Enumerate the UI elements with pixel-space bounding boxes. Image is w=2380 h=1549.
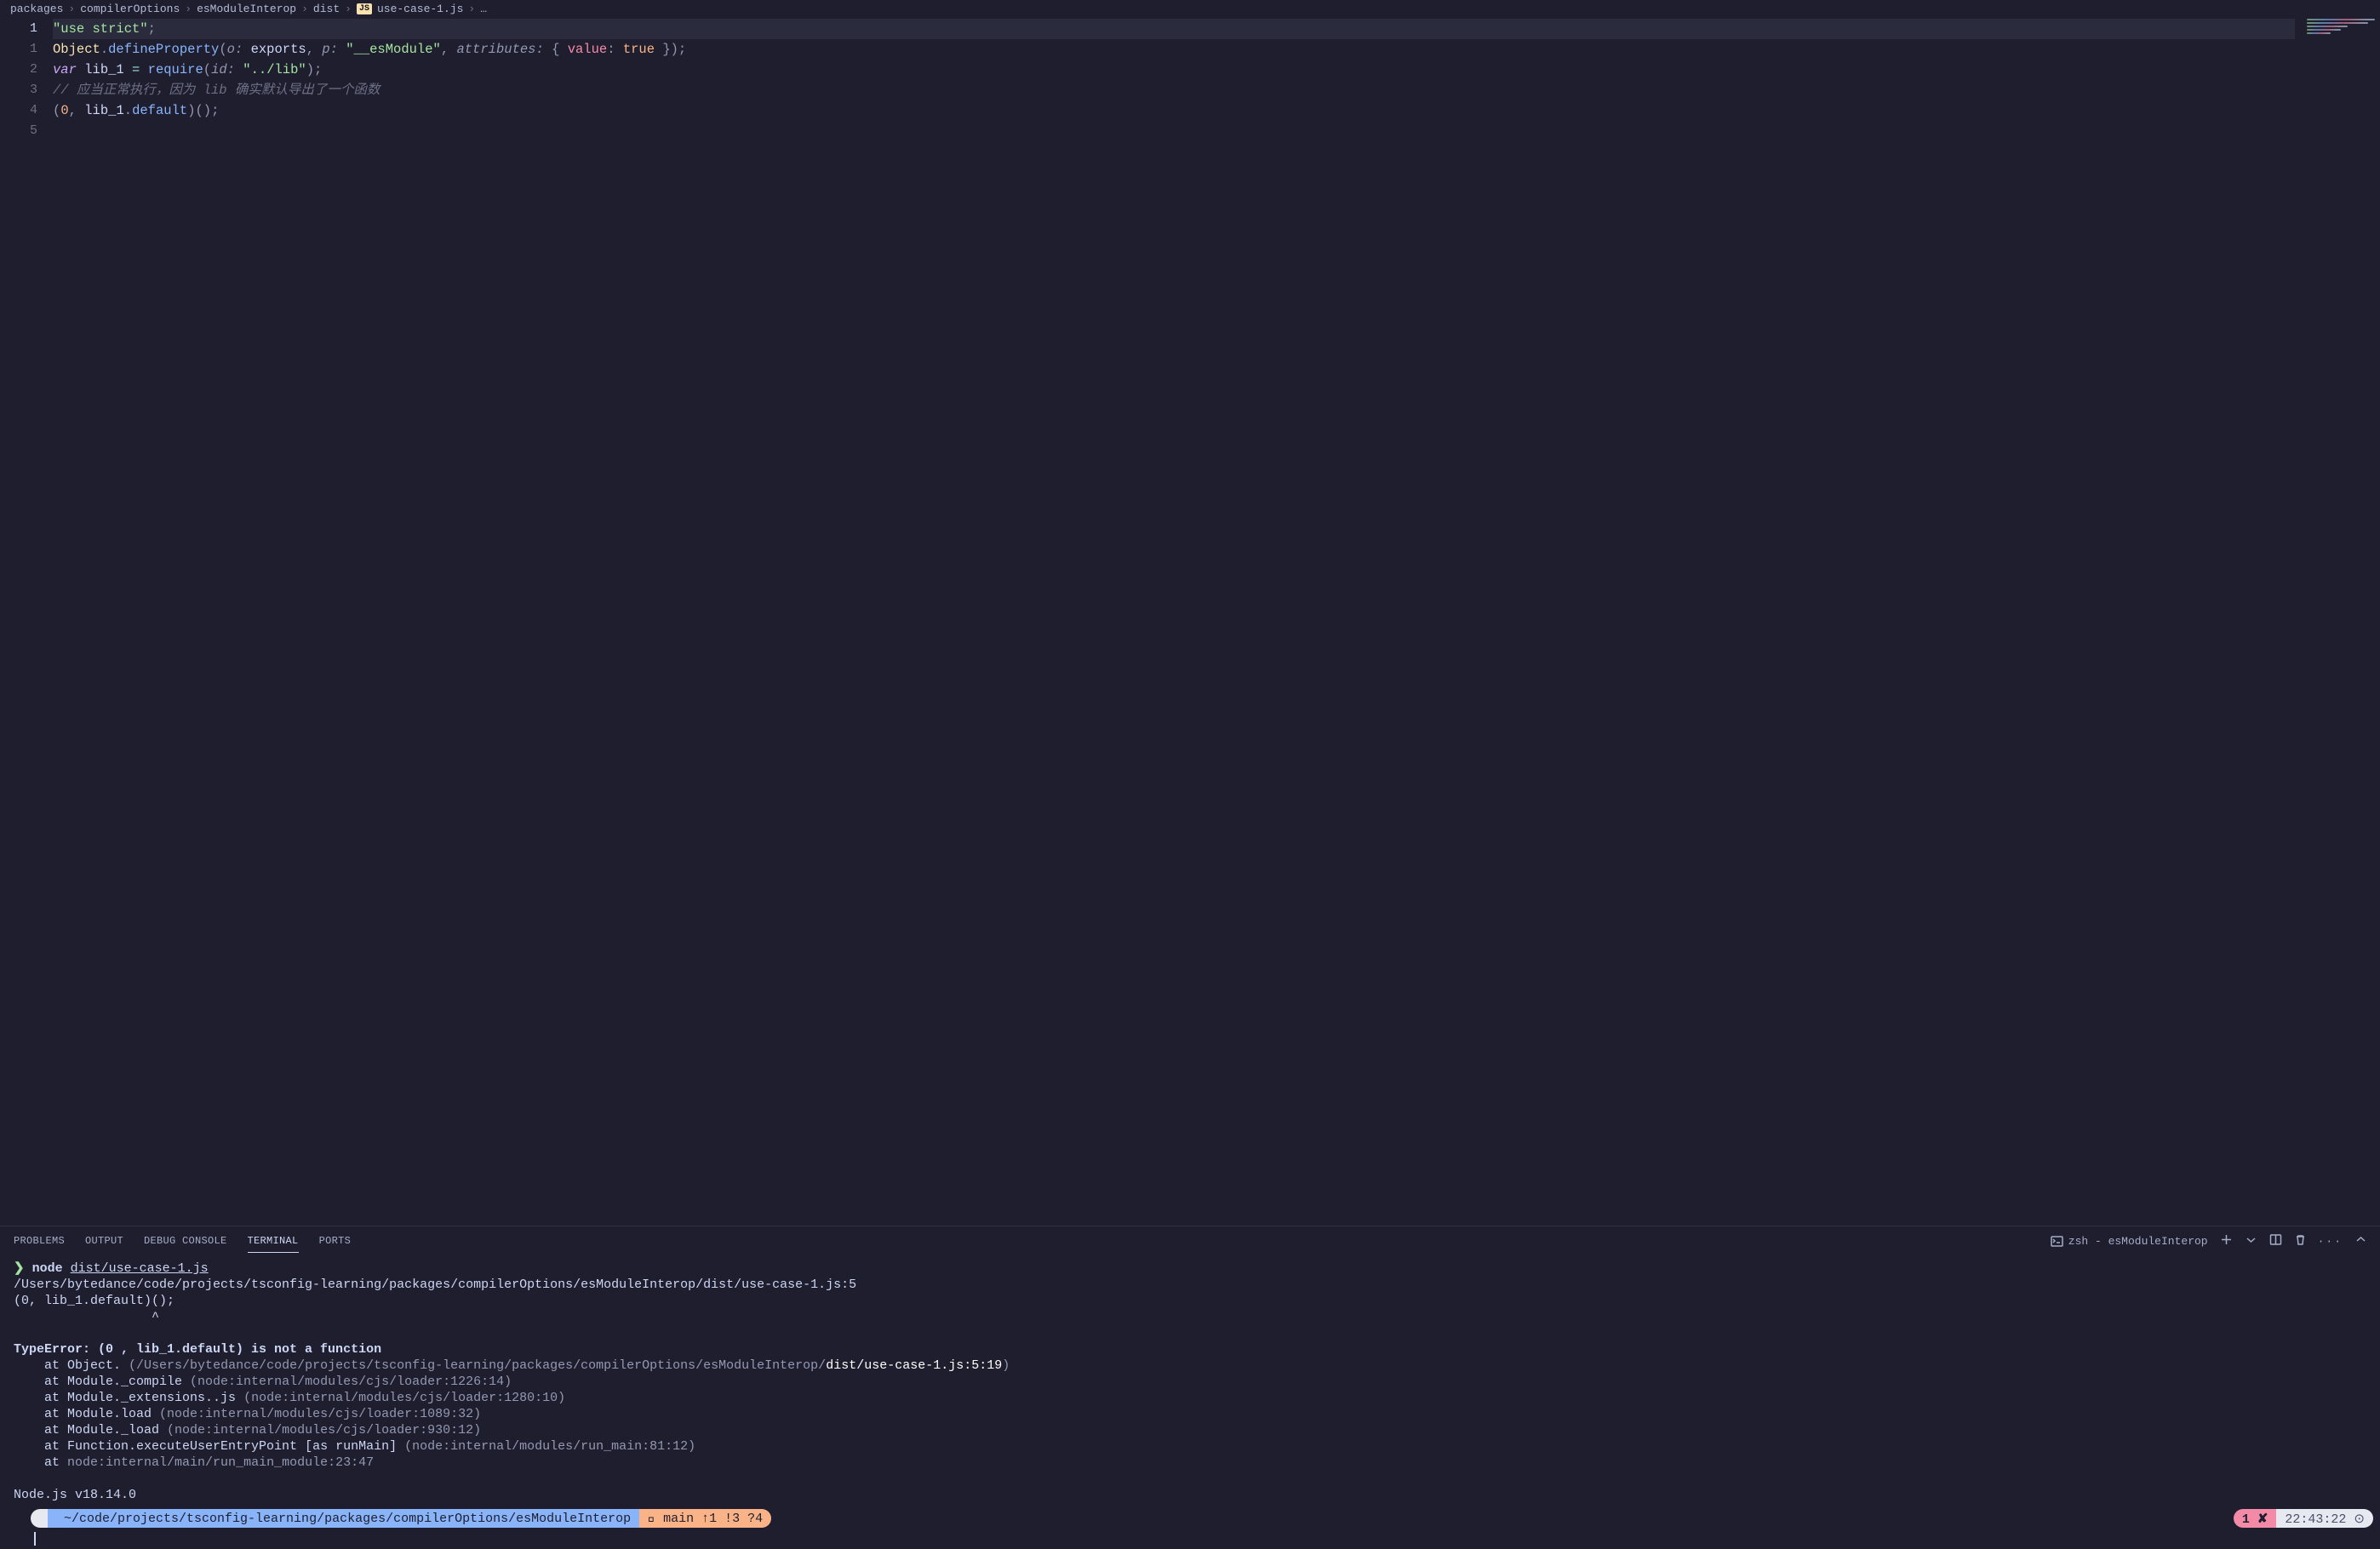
chevron-right-icon: › <box>301 3 308 15</box>
tab-ports[interactable]: PORTS <box>319 1235 352 1247</box>
bottom-panel: PROBLEMS OUTPUT DEBUG CONSOLE TERMINAL P… <box>0 1226 2380 1547</box>
status-error-segment: 1 ✘ <box>2234 1509 2277 1528</box>
terminal-dropdown-button[interactable] <box>2245 1233 2257 1249</box>
crumb-esModuleInterop[interactable]: esModuleInterop <box>197 3 296 15</box>
terminal-picker[interactable]: zsh - esModuleInterop <box>2051 1235 2208 1248</box>
line-gutter: 112345 <box>0 17 53 1226</box>
panel-tabs: PROBLEMS OUTPUT DEBUG CONSOLE TERMINAL P… <box>0 1226 2380 1255</box>
text-cursor <box>34 1532 36 1546</box>
crumb-packages[interactable]: packages <box>10 3 63 15</box>
trash-icon <box>2294 1233 2306 1245</box>
terminal-label: zsh - esModuleInterop <box>2068 1235 2208 1248</box>
crumb-dist[interactable]: dist <box>313 3 340 15</box>
crumb-compilerOptions[interactable]: compilerOptions <box>80 3 180 15</box>
tab-debug-console[interactable]: DEBUG CONSOLE <box>144 1235 227 1247</box>
status-os-segment <box>31 1509 48 1528</box>
terminal-output[interactable]: ❯ node dist/use-case-1.js/Users/bytedanc… <box>0 1255 2380 1510</box>
status-path-segment: ~/code/projects/tsconfig-learning/packag… <box>48 1509 639 1528</box>
kill-terminal-button[interactable] <box>2294 1233 2306 1249</box>
chevron-right-icon: › <box>185 3 192 15</box>
terminal-toolbar: zsh - esModuleInterop ··· <box>2051 1233 2366 1249</box>
tab-terminal[interactable]: TERMINAL <box>248 1235 299 1253</box>
split-terminal-button[interactable] <box>2269 1233 2282 1249</box>
breadcrumb: packages › compilerOptions › esModuleInter… <box>0 0 2380 17</box>
chevron-right-icon: › <box>468 3 475 15</box>
tab-problems[interactable]: PROBLEMS <box>14 1235 65 1247</box>
chevron-down-icon <box>2245 1233 2257 1246</box>
status-git-segment: 󰊢 main ↑1 !3 ?4 <box>639 1509 771 1528</box>
chevron-up-icon <box>2354 1233 2366 1245</box>
chevron-right-icon: › <box>68 3 75 15</box>
terminal-icon <box>2051 1235 2063 1248</box>
new-terminal-button[interactable] <box>2220 1233 2233 1249</box>
split-panel-icon <box>2269 1233 2282 1246</box>
code-editor[interactable]: 112345 "use strict";Object.definePropert… <box>0 17 2380 1226</box>
minimap[interactable] <box>2307 19 2375 53</box>
crumb-more[interactable]: … <box>480 3 487 15</box>
status-time-segment: 22:43:22 ⊙ <box>2276 1509 2373 1528</box>
code-area[interactable]: "use strict";Object.defineProperty(o: ex… <box>53 17 2380 1226</box>
maximize-panel-button[interactable] <box>2354 1233 2366 1249</box>
crumb-file[interactable]: use-case-1.js <box>377 3 463 15</box>
js-file-icon: JS <box>357 3 372 14</box>
more-actions-button[interactable]: ··· <box>2318 1235 2343 1248</box>
terminal-cursor-row[interactable] <box>0 1532 2380 1547</box>
chevron-right-icon: › <box>345 3 352 15</box>
plus-icon <box>2220 1233 2233 1246</box>
status-line: ~/code/projects/tsconfig-learning/packag… <box>0 1510 2380 1532</box>
tab-output[interactable]: OUTPUT <box>85 1235 123 1247</box>
